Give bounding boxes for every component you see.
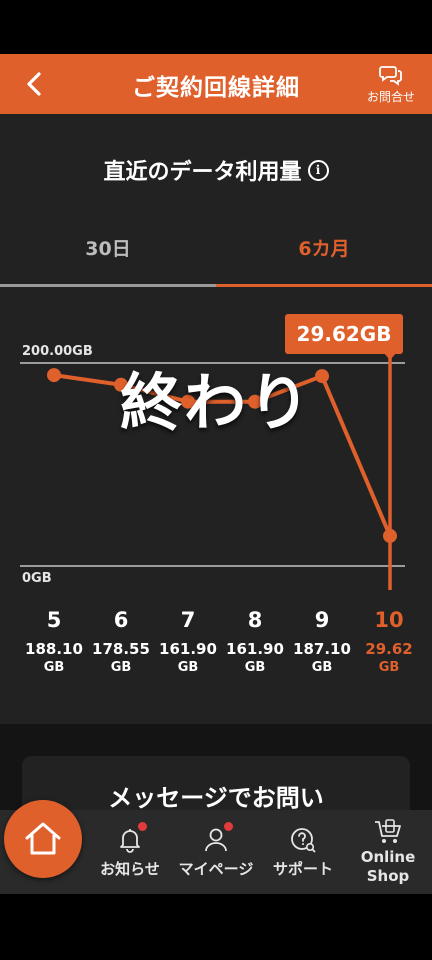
month-label: 10 bbox=[374, 608, 404, 632]
month-column[interactable]: 9 187.10 GB bbox=[287, 608, 357, 675]
notification-badge bbox=[224, 822, 233, 831]
usage-section-title: 直近のデータ利用量 i bbox=[0, 154, 432, 186]
nav-label: マイページ bbox=[178, 859, 254, 878]
month-label: 9 bbox=[314, 608, 330, 632]
month-labels: 5 188.10 GB 6 178.55 GB 7 161.90 GB 8 16… bbox=[0, 608, 432, 698]
tab-30-days[interactable]: 30日 bbox=[0, 234, 216, 261]
overlay-caption: 終わり bbox=[119, 366, 312, 439]
month-value: 178.55 bbox=[92, 640, 150, 658]
support-icon bbox=[291, 827, 316, 853]
info-icon[interactable]: i bbox=[307, 159, 329, 181]
month-value: 188.10 bbox=[25, 640, 83, 658]
month-label: 7 bbox=[180, 608, 196, 632]
status-bar bbox=[0, 0, 432, 54]
month-unit: GB bbox=[311, 660, 333, 675]
notification-badge bbox=[138, 822, 147, 831]
month-column[interactable]: 8 161.90 GB bbox=[220, 608, 290, 675]
month-value: 187.10 bbox=[293, 640, 351, 658]
month-label: 5 bbox=[46, 608, 62, 632]
month-value: 161.90 bbox=[159, 640, 217, 658]
usage-title-text: 直近のデータ利用量 bbox=[103, 160, 302, 185]
usage-chart: 200.00GB 0GB 29.62GB bbox=[0, 304, 432, 604]
month-column[interactable]: 7 161.90 GB bbox=[153, 608, 223, 675]
tab-6-months[interactable]: 6カ月 bbox=[216, 234, 432, 261]
home-button[interactable] bbox=[4, 800, 82, 878]
nav-item-online-shop[interactable]: Online Shop bbox=[346, 810, 430, 894]
month-label: 8 bbox=[247, 608, 263, 632]
month-value: 161.90 bbox=[226, 640, 284, 658]
nav-item-news[interactable]: お知らせ bbox=[90, 810, 170, 894]
nav-item-mypage[interactable]: マイページ bbox=[172, 810, 260, 894]
month-column-selected[interactable]: 10 29.62 GB bbox=[354, 608, 424, 675]
nav-label: サポート bbox=[272, 859, 333, 878]
chat-bubbles-icon bbox=[379, 66, 402, 86]
month-unit: GB bbox=[43, 660, 65, 675]
system-nav-bar bbox=[0, 894, 432, 960]
month-unit: GB bbox=[110, 660, 132, 675]
data-point bbox=[383, 528, 397, 543]
app-header: ご契約回線詳細 お問合せ bbox=[0, 54, 432, 114]
contact-label: お問合せ bbox=[366, 90, 415, 104]
y-axis-min-label: 0GB bbox=[22, 571, 52, 586]
month-unit: GB bbox=[244, 660, 266, 675]
month-unit: GB bbox=[378, 660, 400, 675]
month-label: 6 bbox=[113, 608, 129, 632]
nav-label: Online Shop bbox=[360, 848, 416, 885]
shop-icon bbox=[375, 819, 401, 843]
value-tooltip: 29.62GB bbox=[285, 314, 403, 354]
month-unit: GB bbox=[177, 660, 199, 675]
month-value: 29.62 bbox=[365, 640, 413, 658]
home-icon bbox=[25, 822, 61, 855]
month-column[interactable]: 5 188.10 GB bbox=[19, 608, 89, 675]
month-column[interactable]: 6 178.55 GB bbox=[86, 608, 156, 675]
nav-label: お知らせ bbox=[100, 859, 160, 878]
tab-indicator-active bbox=[216, 284, 432, 287]
contact-button[interactable]: お問合せ bbox=[360, 64, 422, 110]
message-card-title: メッセージでお問い bbox=[108, 784, 324, 812]
nav-item-support[interactable]: サポート bbox=[262, 810, 344, 894]
tab-indicator-inactive bbox=[0, 284, 216, 287]
